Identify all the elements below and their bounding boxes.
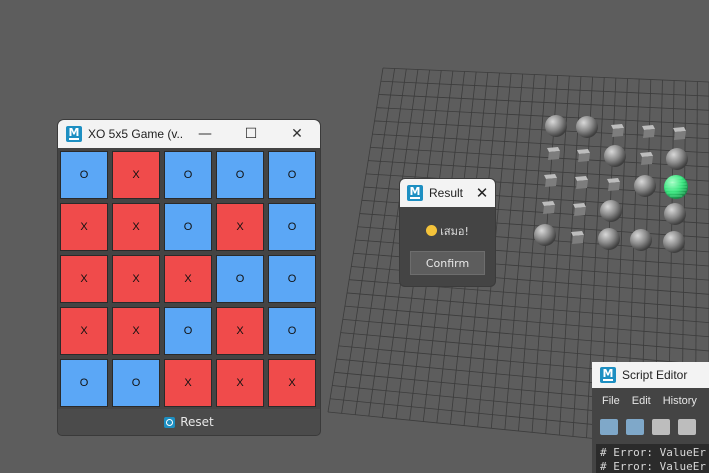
menu-history[interactable]: History [663,395,697,407]
confirm-button[interactable]: Confirm [410,251,485,275]
board-cell[interactable]: O [164,151,212,199]
source-script-icon[interactable] [626,419,644,435]
open-script-icon[interactable] [600,419,618,435]
maya-app-icon: M [407,185,423,201]
board-cell[interactable]: O [60,359,108,407]
cube-piece-face [574,207,586,216]
reset-button[interactable]: Reset [58,409,320,435]
cube-piece-face [612,128,624,137]
sphere-piece [598,228,620,250]
board-cell[interactable]: X [216,307,264,355]
sphere-piece [576,116,598,138]
save-script-icon[interactable] [652,419,670,435]
cube-piece-face [545,178,557,187]
console-line: # Error: ValueEr [600,446,706,459]
result-message-text: เสมอ! [440,225,469,238]
cube-piece-face [543,205,555,214]
grid-line [380,80,709,97]
board-cell[interactable]: X [112,151,160,199]
sphere-piece [664,203,686,225]
script-editor-toolbar [592,414,709,440]
close-icon[interactable]: ✕ [472,184,492,202]
sphere-piece [666,148,688,170]
board-cell[interactable]: X [216,203,264,251]
xo-game-window: M XO 5x5 Game (v... — ☐ ✕ OXOOOXXOXOXXXO… [58,120,320,435]
minimize-button[interactable]: — [182,120,228,148]
board-cell[interactable]: X [60,255,108,303]
board-cell[interactable]: O [164,307,212,355]
maya-app-icon: M [600,367,616,383]
cube-piece-face [548,151,560,160]
board-cell[interactable]: X [60,203,108,251]
grid-line [372,133,709,154]
script-editor-menubar: File Edit History [592,388,709,414]
close-button[interactable]: ✕ [274,120,320,148]
grid-line [378,94,709,111]
board-cell[interactable]: X [112,203,160,251]
cube-piece-face [578,153,590,162]
script-editor-titlebar[interactable]: M Script Editor [592,362,709,388]
maximize-button[interactable]: ☐ [228,120,274,148]
script-editor-console[interactable]: # Error: ValueEr # Error: ValueEr [596,444,709,473]
board-cell[interactable]: O [268,255,316,303]
console-line: # Error: ValueEr [600,460,706,473]
reset-icon [164,416,176,428]
sphere-piece [634,175,656,197]
cube-piece-face [572,235,584,244]
board-cell[interactable]: O [268,203,316,251]
sphere-piece [545,115,567,137]
sphere-piece [630,229,652,251]
reset-label: Reset [180,415,214,429]
grid-line [347,292,709,324]
result-title: Result [429,186,464,200]
script-editor-window: M Script Editor File Edit History # Erro… [592,362,709,473]
xo-titlebar[interactable]: M XO 5x5 Game (v... — ☐ ✕ [58,120,320,148]
script-editor-title: Script Editor [622,368,688,382]
board-cell[interactable]: O [164,203,212,251]
save-all-icon[interactable] [678,419,696,435]
menu-edit[interactable]: Edit [632,395,651,407]
result-dialog: M Result ✕ เสมอ! Confirm [400,179,495,286]
sphere-piece [604,145,626,167]
board-cell[interactable]: X [216,359,264,407]
board-cell[interactable]: O [112,359,160,407]
board-cell[interactable]: X [268,359,316,407]
cube-piece-face [674,131,686,140]
board-cell[interactable]: O [268,307,316,355]
board-cell[interactable]: O [268,151,316,199]
board-cell[interactable]: X [164,359,212,407]
cube-piece-face [608,182,620,191]
grid-line [340,332,709,366]
cube-piece-face [576,180,588,189]
board-cell[interactable]: O [216,151,264,199]
result-titlebar[interactable]: M Result ✕ [400,179,495,207]
result-message: เสมอ! [400,222,495,240]
grid-line [344,305,709,338]
grid-line [376,107,709,125]
cube-piece-face [641,156,653,165]
board-cell[interactable]: X [112,307,160,355]
menu-file[interactable]: File [602,395,620,407]
maya-app-icon: M [66,126,82,142]
sphere-piece [600,200,622,222]
cube-piece-face [643,129,655,138]
xo-board: OXOOOXXOXOXXXOOXXOXOOOXXX [60,151,318,409]
neutral-face-icon [426,225,438,236]
grid-line [342,318,709,352]
board-cell[interactable]: X [112,255,160,303]
sphere-piece [534,224,556,246]
sphere-piece [663,231,685,253]
board-cell[interactable]: X [164,255,212,303]
grid-line [374,120,709,140]
xo-window-title: XO 5x5 Game (v... [88,127,182,141]
board-cell[interactable]: O [60,151,108,199]
board-cell[interactable]: O [216,255,264,303]
board-pieces [534,115,688,253]
board-cell[interactable]: X [60,307,108,355]
